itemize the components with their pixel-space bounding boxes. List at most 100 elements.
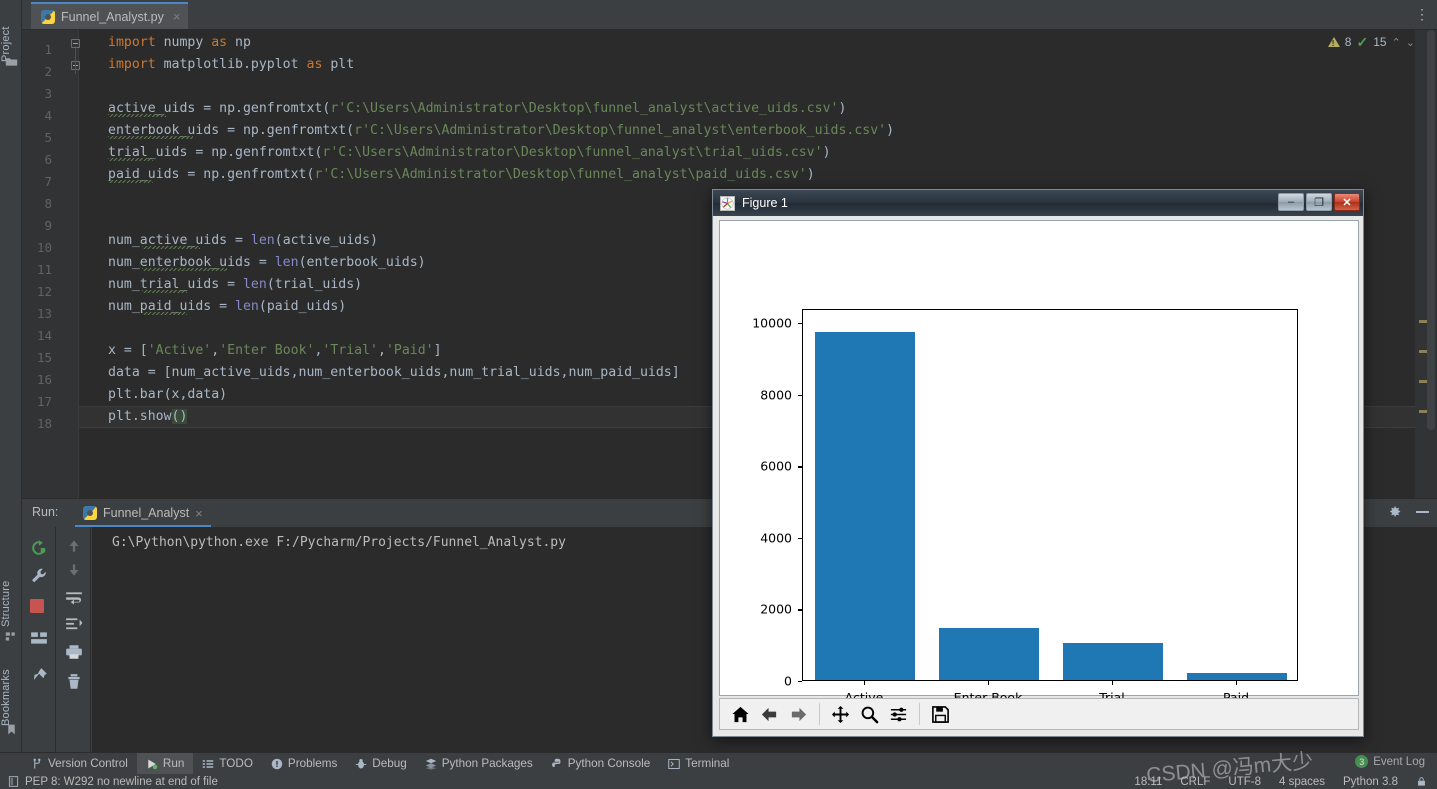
close-button[interactable]: ✕	[1334, 193, 1360, 211]
inspection-ok-icon: ✓	[1356, 33, 1369, 50]
up-arrow-icon[interactable]	[65, 537, 83, 555]
y-tick-label: 2000	[760, 601, 792, 617]
plot-axes[interactable]	[802, 309, 1298, 681]
line-number: 9	[44, 218, 52, 233]
bottom-tab-python-console[interactable]: Python Console	[542, 753, 660, 775]
chevron-down-icon[interactable]: ⌄	[1406, 36, 1415, 49]
run-label: Run:	[32, 505, 59, 519]
run-gutter-secondary	[57, 527, 91, 753]
y-tick-label: 8000	[760, 387, 792, 403]
line-number: 16	[36, 372, 52, 387]
terminal-icon	[668, 758, 680, 769]
rerun-icon[interactable]	[30, 539, 48, 557]
zoom-icon[interactable]	[856, 701, 883, 727]
status-line-separator[interactable]: CRLF	[1180, 776, 1210, 788]
spellcheck-squiggle	[108, 136, 193, 139]
save-icon[interactable]	[927, 701, 954, 727]
pycharm-window: Project Structure Bookmarks Funnel_Analy…	[0, 0, 1437, 789]
bar-enter-book	[939, 628, 1039, 680]
warning-triangle-icon	[1327, 37, 1340, 48]
bottom-tab-label: Problems	[287, 757, 338, 770]
editor-scrollbar-thumb[interactable]	[1427, 30, 1435, 430]
event-log-widget[interactable]: 3 Event Log	[1355, 755, 1425, 768]
pin-icon[interactable]	[30, 667, 48, 685]
structure-icon	[5, 632, 15, 641]
bar-paid	[1187, 672, 1287, 680]
event-log-badge: 3	[1355, 755, 1369, 768]
bottom-tool-bar: Version Control Run TODO Problems Debug …	[0, 752, 1437, 775]
matplotlib-figure-window[interactable]: Figure 1 – ❐ ✕ 0200040006000800010000 Ac…	[712, 189, 1364, 737]
editor-marker-strip[interactable]	[1415, 30, 1437, 498]
status-indicators: 18:11 CRLF UTF-8 4 spaces Python 3.8	[1134, 774, 1427, 789]
y-tick-label: 0	[784, 673, 792, 689]
spellcheck-squiggle	[142, 246, 200, 249]
bottom-tab-version-control[interactable]: Version Control	[22, 753, 137, 775]
settings-gear-icon[interactable]	[1387, 504, 1402, 519]
python-file-icon	[41, 9, 55, 24]
spellcheck-squiggle	[142, 268, 227, 271]
line-number: 1	[44, 42, 52, 57]
bottom-tab-terminal[interactable]: Terminal	[659, 753, 738, 775]
bottom-tab-label: Terminal	[685, 757, 730, 770]
inspection-widget[interactable]: 8 ✓ 15 ⌃ ⌄	[1327, 32, 1415, 52]
fold-toggle-icon[interactable]	[71, 39, 80, 48]
line-number: 2	[44, 64, 52, 79]
run-gutter-primary	[22, 527, 56, 753]
close-icon[interactable]: ×	[173, 9, 181, 24]
spellcheck-squiggle	[108, 158, 153, 161]
figure-title-bar[interactable]: Figure 1 – ❐ ✕	[713, 190, 1363, 216]
minimize-icon[interactable]	[1416, 510, 1429, 513]
soft-wrap-icon[interactable]	[65, 589, 83, 607]
chevron-up-icon[interactable]: ⌃	[1392, 36, 1401, 49]
status-caret-position[interactable]: 18:11	[1134, 776, 1162, 788]
bottom-tab-label: Version Control	[48, 757, 128, 770]
bottom-tab-python-packages[interactable]: Python Packages	[416, 753, 542, 775]
forward-arrow-icon[interactable]	[785, 701, 812, 727]
wrench-icon[interactable]	[30, 567, 48, 585]
configure-subplots-icon[interactable]	[885, 701, 912, 727]
down-arrow-icon[interactable]	[65, 561, 83, 579]
sidebar-item-structure[interactable]: Structure	[0, 570, 22, 638]
print-icon[interactable]	[65, 643, 83, 661]
figure-canvas[interactable]: 0200040006000800010000 ActiveEnter BookT…	[719, 220, 1359, 705]
minimize-button[interactable]: –	[1278, 193, 1304, 211]
packages-icon	[425, 758, 436, 770]
y-tick-label: 4000	[760, 530, 792, 546]
status-indent[interactable]: 4 spaces	[1279, 776, 1325, 788]
status-interpreter[interactable]: Python 3.8	[1343, 776, 1398, 788]
bar-active	[815, 331, 915, 680]
bottom-tab-label: Python Console	[567, 757, 651, 770]
editor-tab-funnel-analyst[interactable]: Funnel_Analyst.py ×	[31, 2, 189, 29]
python-icon	[83, 506, 97, 520]
pan-icon[interactable]	[827, 701, 854, 727]
bottom-tab-todo[interactable]: TODO	[193, 753, 262, 775]
home-icon[interactable]	[727, 701, 754, 727]
line-number: 7	[44, 174, 52, 189]
close-icon[interactable]: ×	[195, 506, 203, 521]
stop-icon[interactable]	[30, 599, 44, 613]
more-options-icon[interactable]: ⋮	[1415, 7, 1429, 21]
toolbar-separator	[919, 703, 920, 725]
bottom-tab-run[interactable]: Run	[136, 752, 194, 775]
lock-icon[interactable]	[1416, 776, 1427, 787]
play-icon	[148, 759, 158, 769]
editor-tab-label: Funnel_Analyst.py	[61, 9, 164, 24]
bottom-tab-problems[interactable]: Problems	[262, 753, 346, 775]
bookmark-icon	[8, 724, 15, 735]
x-tick-mark	[988, 681, 990, 685]
line-number: 4	[44, 108, 52, 123]
maximize-button[interactable]: ❐	[1306, 193, 1332, 211]
inspection-ok-count: 15	[1373, 35, 1387, 49]
figure-title: Figure 1	[742, 196, 788, 210]
status-encoding[interactable]: UTF-8	[1228, 776, 1261, 788]
fold-line	[75, 48, 76, 74]
run-tab-funnel-analyst[interactable]: Funnel_Analyst ×	[75, 501, 211, 527]
trash-icon[interactable]	[65, 673, 83, 691]
layout-icon[interactable]	[30, 629, 48, 647]
file-icon	[8, 776, 19, 787]
scroll-to-end-icon[interactable]	[65, 615, 83, 633]
back-arrow-icon[interactable]	[756, 701, 783, 727]
left-tool-strip: Project Structure Bookmarks	[0, 0, 22, 752]
bottom-tab-debug[interactable]: Debug	[346, 753, 415, 775]
folder-icon	[5, 58, 18, 66]
